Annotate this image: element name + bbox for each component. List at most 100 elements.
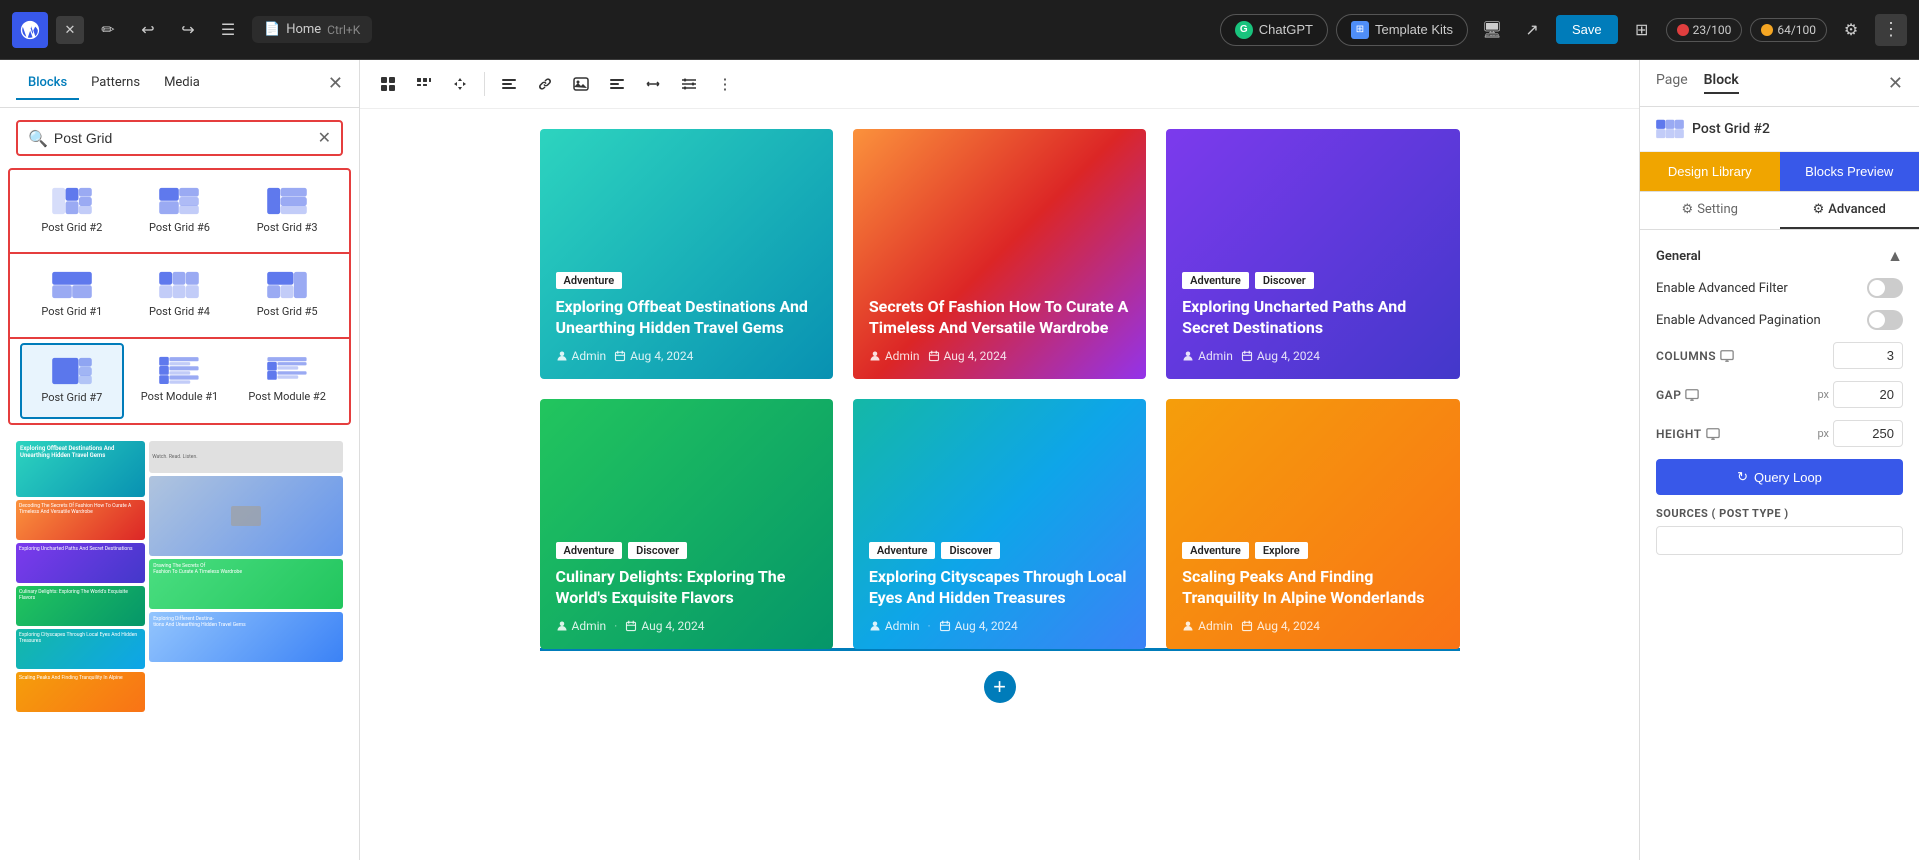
tab-page[interactable]: Page — [1656, 72, 1688, 94]
post-card-1[interactable]: Adventure Exploring Offbeat Destinations… — [540, 129, 833, 379]
block-label-post-module-1: Post Module #1 — [141, 390, 218, 404]
add-block-btn[interactable]: + — [984, 671, 1016, 703]
block-item-post-grid-5[interactable]: Post Grid #5 — [235, 258, 339, 332]
block-item-post-grid-2[interactable]: Post Grid #2 — [20, 174, 124, 248]
score2-badge[interactable]: 64/100 — [1750, 18, 1827, 42]
card1-tag1[interactable]: Adventure — [556, 272, 623, 289]
search-clear-btn[interactable]: ✕ — [318, 128, 331, 148]
columns-input[interactable] — [1833, 342, 1903, 369]
card1-tags: Adventure — [556, 272, 817, 289]
block-item-post-grid-6[interactable]: Post Grid #6 — [128, 174, 232, 248]
list-view-btn[interactable] — [408, 68, 440, 100]
tab-block[interactable]: Block — [1704, 72, 1739, 94]
block-item-post-module-1[interactable]: Post Module #1 — [128, 343, 232, 419]
general-section-header: General ▲ — [1656, 246, 1903, 266]
card5-date: Aug 4, 2024 — [939, 619, 1018, 633]
content-canvas: Adventure Exploring Offbeat Destinations… — [520, 109, 1480, 743]
card6-tags: Adventure Explore — [1182, 542, 1443, 559]
image-btn[interactable] — [565, 68, 597, 100]
tab-media[interactable]: Media — [152, 67, 212, 100]
block-item-post-grid-7[interactable]: Post Grid #7 — [20, 343, 124, 419]
query-loop-btn[interactable]: ↻ Query Loop — [1656, 459, 1903, 495]
block-label-post-grid-3: Post Grid #3 — [257, 221, 318, 235]
redo-icon[interactable]: ↪ — [172, 14, 204, 46]
card5-tag2[interactable]: Discover — [941, 542, 1000, 559]
preview-section: Exploring Offbeat Destinations And Unear… — [0, 425, 359, 720]
link-btn[interactable] — [529, 68, 561, 100]
settings-icon[interactable]: ⚙ — [1835, 14, 1867, 46]
card6-meta: Admin Aug 4, 2024 — [1182, 619, 1443, 633]
post-card-2[interactable]: Secrets Of Fashion How To Curate A Timel… — [853, 129, 1146, 379]
tab-advanced[interactable]: ⚙ Advanced — [1780, 192, 1919, 229]
left-align-btn[interactable] — [601, 68, 633, 100]
sources-label: SOURCES ( POST TYPE ) — [1656, 507, 1903, 520]
width-btn[interactable] — [637, 68, 669, 100]
block-label-post-grid-6: Post Grid #6 — [149, 221, 210, 235]
settings-tune-btn[interactable] — [673, 68, 705, 100]
height-label: HEIGHT — [1656, 427, 1817, 441]
desktop-view-icon[interactable]: 🖥 — [1476, 14, 1508, 46]
blocks-preview-btn[interactable]: Blocks Preview — [1780, 152, 1919, 191]
card6-tag1[interactable]: Adventure — [1182, 542, 1249, 559]
panel-close-btn[interactable]: ✕ — [1888, 73, 1903, 94]
wp-logo[interactable] — [12, 12, 48, 48]
page-tab[interactable]: 📄 Home Ctrl+K — [252, 16, 372, 43]
post-card-3[interactable]: Adventure Discover Exploring Uncharted P… — [1166, 129, 1459, 379]
block-item-post-grid-1[interactable]: Post Grid #1 — [20, 258, 124, 332]
design-library-btn[interactable]: Design Library — [1640, 152, 1780, 191]
compare-icon[interactable]: ⊞ — [1626, 14, 1658, 46]
sources-input[interactable] — [1656, 526, 1903, 555]
advanced-pagination-toggle[interactable] — [1867, 310, 1903, 330]
card6-tag2[interactable]: Explore — [1255, 542, 1308, 559]
tab-blocks[interactable]: Blocks — [16, 67, 79, 100]
query-loop-icon: ↻ — [1737, 469, 1748, 485]
external-link-icon[interactable]: ↗ — [1516, 14, 1548, 46]
block-item-post-grid-4[interactable]: Post Grid #4 — [128, 258, 232, 332]
post-card-5[interactable]: Adventure Discover Exploring Cityscapes … — [853, 399, 1146, 649]
undo-icon[interactable]: ↩ — [132, 14, 164, 46]
card3-date: Aug 4, 2024 — [1241, 349, 1320, 363]
block-item-post-module-2[interactable]: Post Module #2 — [235, 343, 339, 419]
more-options-btn[interactable]: ⋮ — [709, 68, 741, 100]
menu-icon[interactable]: ⋮ — [1875, 14, 1907, 46]
general-collapse-icon[interactable]: ▲ — [1887, 246, 1903, 266]
card3-title: Exploring Uncharted Paths And Secret Des… — [1182, 297, 1443, 339]
card4-tag2[interactable]: Discover — [628, 542, 687, 559]
card3-meta: Admin Aug 4, 2024 — [1182, 349, 1443, 363]
template-kits-btn[interactable]: ⊞ Template Kits — [1336, 14, 1468, 46]
search-box: 🔍 ✕ — [0, 108, 359, 168]
post-card-4[interactable]: Adventure Discover Culinary Delights: Ex… — [540, 399, 833, 649]
sidebar-close-btn[interactable]: ✕ — [328, 73, 343, 94]
list-view-icon[interactable]: ☰ — [212, 14, 244, 46]
card3-tag2[interactable]: Discover — [1255, 272, 1314, 289]
post-card-6[interactable]: Adventure Explore Scaling Peaks And Find… — [1166, 399, 1459, 649]
page-tab-label: Home — [286, 22, 321, 37]
block-item-post-grid-3[interactable]: Post Grid #3 — [235, 174, 339, 248]
grid-view-btn[interactable] — [372, 68, 404, 100]
tab-patterns[interactable]: Patterns — [79, 67, 152, 100]
align-btn[interactable] — [493, 68, 525, 100]
block-label-post-grid-4: Post Grid #4 — [149, 305, 210, 319]
sidebar-scroll: Post Grid #2 Post Grid #6 — [0, 168, 359, 860]
chatgpt-btn[interactable]: G ChatGPT — [1220, 14, 1328, 46]
score1-badge[interactable]: 23/100 — [1666, 18, 1743, 42]
height-input[interactable] — [1833, 420, 1903, 447]
advanced-filter-knob — [1869, 280, 1885, 296]
card4-tag1[interactable]: Adventure — [556, 542, 623, 559]
close-tab-btn[interactable]: ✕ — [56, 16, 84, 44]
card3-tags: Adventure Discover — [1182, 272, 1443, 289]
card5-tag1[interactable]: Adventure — [869, 542, 936, 559]
save-btn[interactable]: Save — [1556, 15, 1618, 44]
move-btn[interactable] — [444, 68, 476, 100]
gap-unit: px — [1817, 388, 1829, 401]
card3-tag1[interactable]: Adventure — [1182, 272, 1249, 289]
advanced-filter-toggle[interactable] — [1867, 278, 1903, 298]
edit-icon[interactable]: ✏ — [92, 14, 124, 46]
post-card-bg-2: Secrets Of Fashion How To Curate A Timel… — [853, 129, 1146, 379]
post-card-bg-3: Adventure Discover Exploring Uncharted P… — [1166, 129, 1459, 379]
thumb-col-2: Watch. Read. Listen. Drawing The Secrets… — [149, 441, 343, 712]
tab-setting[interactable]: ⚙ Setting — [1640, 192, 1780, 229]
search-input[interactable] — [54, 130, 312, 146]
gap-input[interactable] — [1833, 381, 1903, 408]
thumb-item-2: Decoding The Secrets Of Fashion How To C… — [16, 500, 145, 540]
